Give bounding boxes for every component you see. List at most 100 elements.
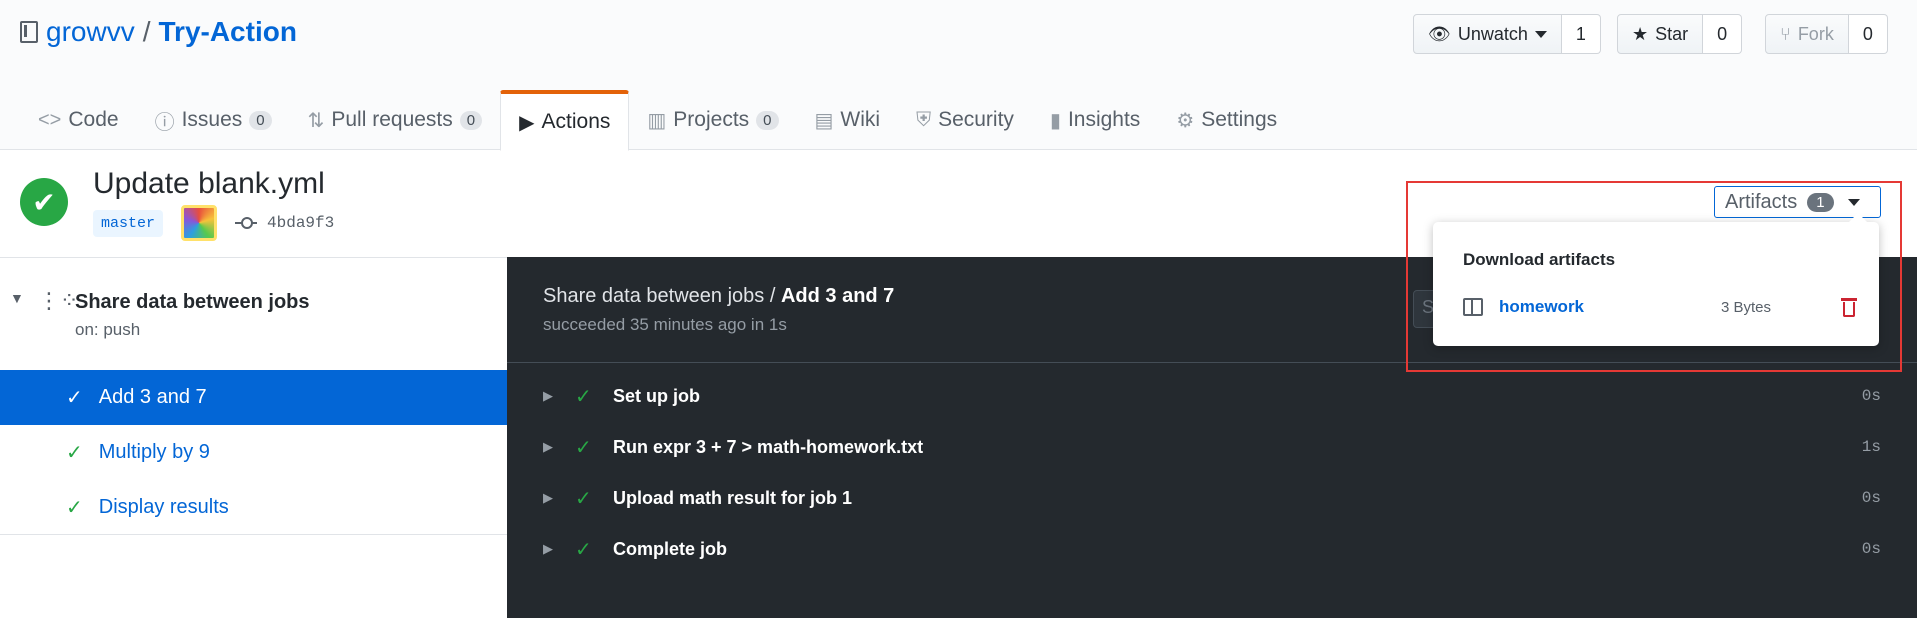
step-name: Complete job xyxy=(613,538,728,559)
star-button[interactable]: ★ Star xyxy=(1617,14,1704,54)
step-row[interactable]: ▶ ✓ Set up job 0s xyxy=(507,376,1917,416)
commit-sha: 4bda9f3 xyxy=(267,214,335,232)
tab-count: 0 xyxy=(249,110,272,130)
unwatch-label: Unwatch xyxy=(1457,23,1528,44)
eye-icon: 👁 xyxy=(1428,23,1451,44)
star-group: ★ Star 0 xyxy=(1617,14,1743,54)
job-label: Display results xyxy=(98,496,229,518)
check-icon: ✓ xyxy=(575,538,592,561)
graph-icon: ▮ xyxy=(1049,109,1061,132)
step-name: Upload math result for job 1 xyxy=(613,487,853,508)
chevron-down-icon xyxy=(1534,30,1547,38)
repo-separator: / xyxy=(142,16,151,47)
pull-request-icon: ⇅ xyxy=(307,109,325,132)
code-icon: <> xyxy=(38,108,62,131)
tab-count: 0 xyxy=(756,110,779,130)
step-name: Run expr 3 + 7 > math-homework.txt xyxy=(613,436,924,457)
fork-group: ⑂ Fork 0 xyxy=(1765,14,1888,54)
check-icon: ✓ xyxy=(66,442,83,464)
star-label: Star xyxy=(1655,23,1689,44)
workflow-sidebar: ▼ ⋮⁘ Share data between jobs on: push ✓ … xyxy=(0,257,507,618)
annotation-highlight-box xyxy=(1406,181,1902,372)
watch-count[interactable]: 1 xyxy=(1561,14,1601,54)
star-count[interactable]: 0 xyxy=(1703,14,1743,54)
branch-label[interactable]: master xyxy=(93,209,164,237)
job-label: Add 3 and 7 xyxy=(98,386,207,408)
tab-label: Settings xyxy=(1201,108,1278,131)
job-item-add[interactable]: ✓ Add 3 and 7 xyxy=(0,370,507,425)
tab-label: Pull requests xyxy=(331,108,453,131)
tab-wiki[interactable]: ▤ Wiki xyxy=(797,90,899,150)
repo-header: growvv / Try-Action 👁 Unwatch 1 ★ Star 0… xyxy=(0,0,1917,151)
workflow-name: Share data between jobs xyxy=(75,291,310,313)
repo-icon xyxy=(20,21,38,43)
caret-right-icon[interactable]: ▶ xyxy=(543,439,553,455)
step-duration: 0s xyxy=(1861,540,1881,558)
job-item-display[interactable]: ✓ Display results xyxy=(0,480,507,535)
tab-actions[interactable]: ▶ Actions xyxy=(500,90,630,151)
tab-pull-requests[interactable]: ⇅ Pull requests 0 xyxy=(290,90,501,150)
tab-label: Projects xyxy=(673,108,750,131)
tab-label: Security xyxy=(938,108,1014,131)
caret-right-icon[interactable]: ▶ xyxy=(543,541,553,557)
run-meta: master 4bda9f3 xyxy=(93,205,334,241)
check-icon: ✓ xyxy=(66,497,83,519)
workflow-icon: ⋮⁘ xyxy=(38,288,79,313)
check-icon: ✓ xyxy=(575,436,592,459)
check-icon: ✓ xyxy=(66,387,83,409)
repo-owner-link[interactable]: growvv xyxy=(46,16,135,48)
step-duration: 0s xyxy=(1861,387,1881,405)
step-duration: 0s xyxy=(1861,489,1881,507)
fork-label: Fork xyxy=(1797,23,1834,44)
commit-icon xyxy=(235,217,258,229)
caret-right-icon[interactable]: ▶ xyxy=(543,490,553,506)
log-workflow-name: Share data between jobs xyxy=(543,285,765,307)
check-icon: ✓ xyxy=(575,487,592,510)
watch-group: 👁 Unwatch 1 xyxy=(1413,14,1601,54)
repo-name-link[interactable]: Try-Action xyxy=(158,16,296,48)
step-row[interactable]: ▶ ✓ Run expr 3 + 7 > math-homework.txt 1… xyxy=(507,427,1917,467)
log-title: Share data between jobs / Add 3 and 7 xyxy=(543,285,894,308)
tab-label: Actions xyxy=(541,110,611,133)
success-check-icon: ✔ xyxy=(20,178,68,226)
tab-label: Issues xyxy=(181,108,243,131)
tab-insights[interactable]: ▮ Insights xyxy=(1032,90,1158,150)
shield-icon: ⛨ xyxy=(916,108,932,131)
tab-label: Code xyxy=(68,108,119,131)
caret-down-icon[interactable]: ▼ xyxy=(10,290,24,306)
star-icon: ★ xyxy=(1632,23,1649,44)
workflow-header[interactable]: ▼ ⋮⁘ Share data between jobs on: push xyxy=(0,258,507,370)
fork-icon: ⑂ xyxy=(1780,23,1791,44)
tab-label: Insights xyxy=(1067,108,1141,131)
fork-count[interactable]: 0 xyxy=(1848,14,1888,54)
repo-nav: <> Code ⓘ Issues 0 ⇅ Pull requests 0 ▶ A… xyxy=(20,90,1295,151)
book-icon: ▤ xyxy=(814,109,834,132)
project-icon: ▥ xyxy=(647,109,667,132)
log-job-name: Add 3 and 7 xyxy=(780,285,895,307)
commit-link[interactable]: 4bda9f3 xyxy=(235,214,334,232)
tab-issues[interactable]: ⓘ Issues 0 xyxy=(137,90,290,150)
fork-button[interactable]: ⑂ Fork xyxy=(1765,14,1849,54)
sidebar-divider xyxy=(0,534,507,535)
tab-settings[interactable]: ⚙ Settings xyxy=(1158,90,1295,150)
tab-security[interactable]: ⛨ Security xyxy=(898,90,1032,150)
repo-title: growvv / Try-Action xyxy=(20,16,297,48)
caret-right-icon[interactable]: ▶ xyxy=(543,388,553,404)
job-label: Multiply by 9 xyxy=(98,441,210,463)
tab-projects[interactable]: ▥ Projects 0 xyxy=(629,90,796,150)
step-row[interactable]: ▶ ✓ Upload math result for job 1 0s xyxy=(507,478,1917,518)
issue-icon: ⓘ xyxy=(154,111,175,134)
workflow-trigger: on: push xyxy=(75,320,141,339)
job-item-multiply[interactable]: ✓ Multiply by 9 xyxy=(0,425,507,480)
unwatch-button[interactable]: 👁 Unwatch xyxy=(1413,14,1562,54)
play-icon: ▶ xyxy=(519,111,535,134)
run-title: Update blank.yml xyxy=(93,167,325,200)
log-separator: / xyxy=(764,285,781,307)
step-duration: 1s xyxy=(1861,438,1881,456)
tab-code[interactable]: <> Code xyxy=(20,90,137,150)
tab-count: 0 xyxy=(459,110,483,130)
step-row[interactable]: ▶ ✓ Complete job 0s xyxy=(507,529,1917,569)
avatar[interactable] xyxy=(181,205,218,241)
tab-label: Wiki xyxy=(840,108,881,131)
log-status: succeeded 35 minutes ago in 1s xyxy=(543,315,787,334)
